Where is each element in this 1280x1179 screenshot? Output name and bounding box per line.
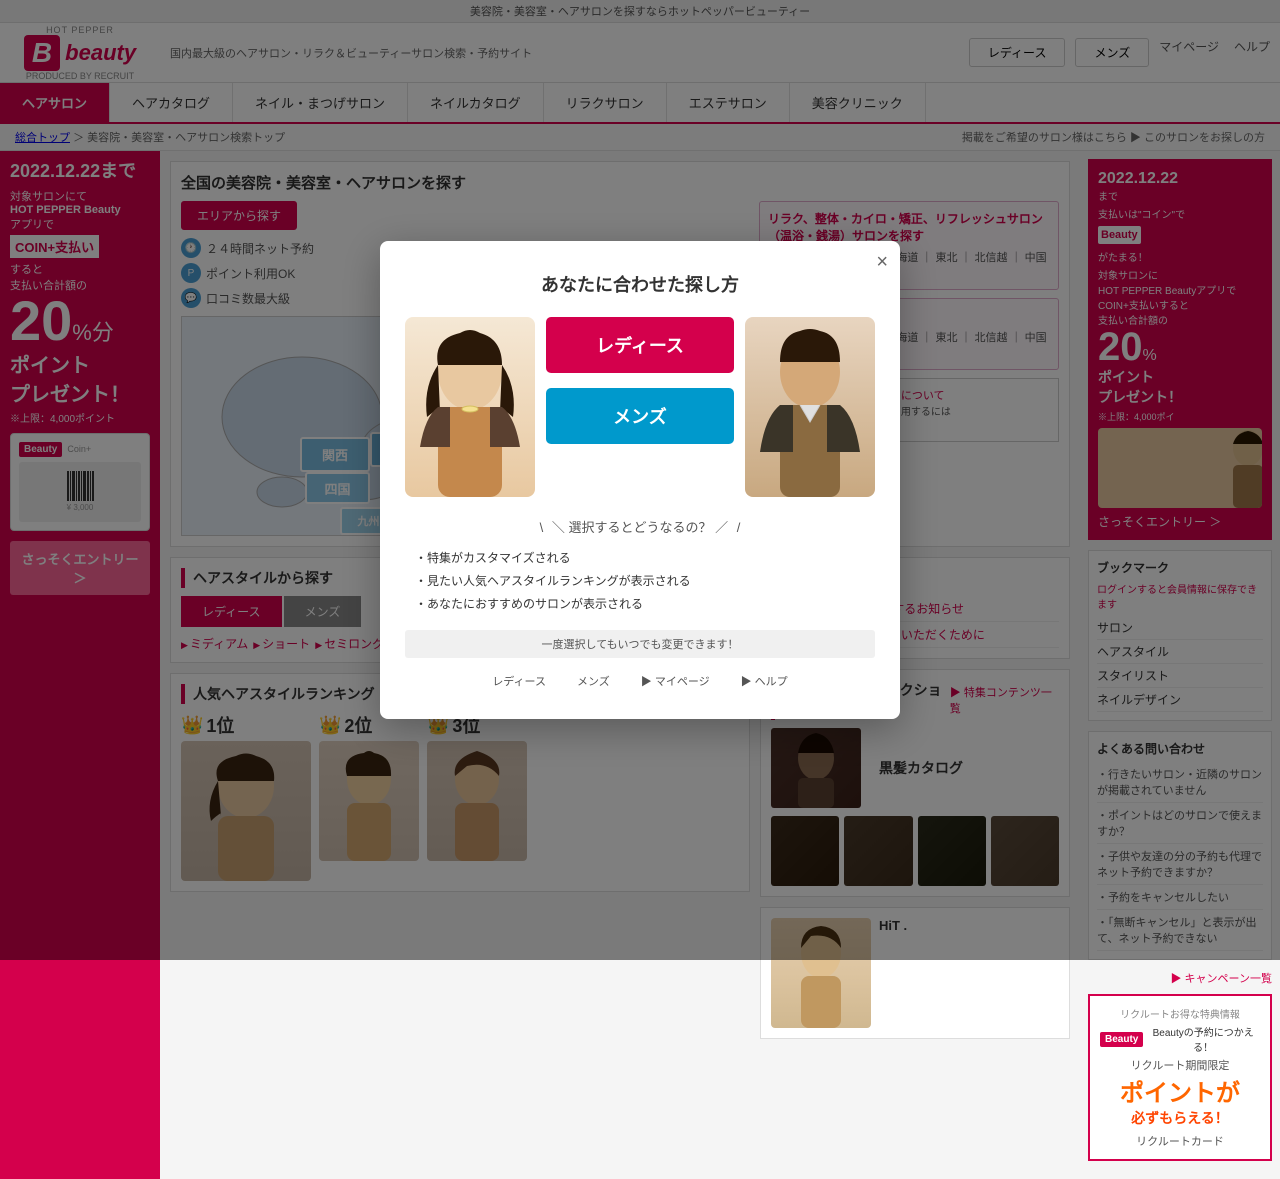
- modal-link-mens[interactable]: メンズ: [577, 673, 610, 689]
- modal-bullet-2: 見たい人気ヘアスタイルランキングが表示される: [415, 569, 875, 592]
- recruit-banner: リクルートお得な特典情報 Beauty Beautyの予約につかえる！ リクルー…: [1088, 994, 1272, 1161]
- modal-link-mypage[interactable]: ▶ マイページ: [641, 673, 710, 689]
- recruit-must-text: 必ずもらえる！: [1100, 1108, 1260, 1128]
- modal-center: レディース メンズ: [546, 317, 734, 444]
- modal-info-title: ＼ 選択するとどうなるの？ ／: [405, 517, 875, 536]
- modal-dialog: × あなたに合わせた探し方: [380, 241, 900, 719]
- modal-bullet-3: あなたにおすすめのサロンが表示される: [415, 592, 875, 615]
- modal-female-image: [405, 317, 535, 497]
- modal-link-ladies[interactable]: レディース: [492, 673, 546, 689]
- modal-bottom-links: レディース メンズ ▶ マイページ ▶ ヘルプ: [405, 673, 875, 689]
- recruit-limited-text: リクルート期間限定: [1100, 1057, 1260, 1073]
- recruit-beauty-logo: Beauty: [1100, 1032, 1143, 1047]
- modal-title: あなたに合わせた探し方: [405, 271, 875, 297]
- recruit-point-text: ポイントが: [1120, 1073, 1240, 1108]
- modal-overlay[interactable]: × あなたに合わせた探し方: [0, 0, 1280, 960]
- modal-female-svg: [405, 317, 535, 497]
- campaign-link[interactable]: ▶ キャンペーン一覧: [1088, 970, 1272, 986]
- recruit-point-row: ポイントが: [1100, 1073, 1260, 1108]
- modal-images: レディース メンズ: [405, 317, 875, 497]
- recruit-beauty-text: Beautyの予約につかえる！: [1146, 1024, 1260, 1054]
- modal-bullets: 特集がカスタマイズされる 見たい人気ヘアスタイルランキングが表示される あなたに…: [405, 546, 875, 615]
- modal-male-svg: [745, 317, 875, 497]
- modal-ladies-button[interactable]: レディース: [546, 317, 734, 373]
- modal-male-image: [745, 317, 875, 497]
- recruit-special-label: リクルートお得な特典情報: [1100, 1006, 1260, 1021]
- modal-bullet-1: 特集がカスタマイズされる: [415, 546, 875, 569]
- modal-close-button[interactable]: ×: [876, 251, 888, 274]
- modal-mens-button[interactable]: メンズ: [546, 388, 734, 444]
- modal-link-help[interactable]: ▶ ヘルプ: [741, 673, 788, 689]
- recruit-card-text: リクルートカード: [1100, 1133, 1260, 1149]
- recruit-logo-row: Beauty Beautyの予約につかえる！: [1100, 1024, 1260, 1054]
- modal-change-note: 一度選択してもいつでも変更できます！: [405, 630, 875, 658]
